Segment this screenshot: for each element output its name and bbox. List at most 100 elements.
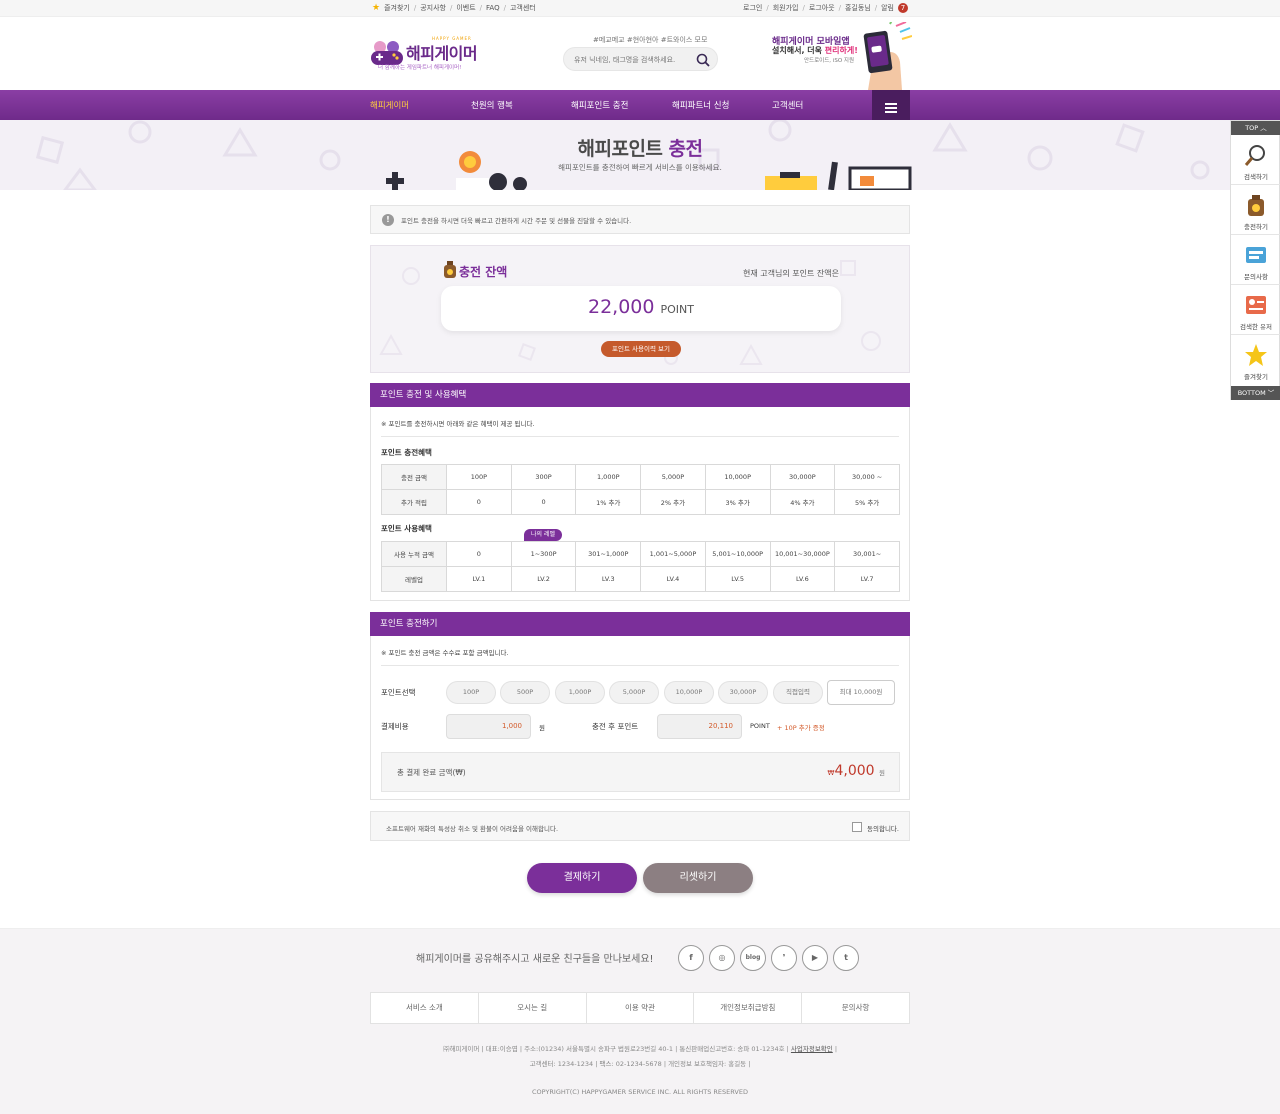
link-event[interactable]: 이벤트 — [456, 3, 475, 13]
link-login[interactable]: 로그인 — [743, 3, 762, 13]
option-100p[interactable]: 100P — [446, 681, 496, 704]
charge-note: ※ 포인트 충전 금액은 수수료 포함 금액입니다. — [381, 649, 509, 657]
table-row: 사용 누적 금액 0 1~300P 301~1,000P 1,001~5,000P 5,0… — [381, 541, 900, 567]
twitter-icon[interactable]: t — [833, 945, 859, 971]
divider — [381, 436, 899, 437]
promo-platforms: 안드로이드, iSO 지원 — [804, 58, 855, 64]
link-username[interactable]: 홍길동님 — [845, 3, 871, 13]
search-bar — [563, 47, 718, 71]
instagram-icon[interactable]: ◎ — [709, 945, 735, 971]
nav-partner-apply[interactable]: 해피파트너 신청 — [672, 99, 729, 111]
charge-benefit-table: 충전 금액 100P 300P 1,000P 5,000P 10,000P 30,000P 3… — [381, 464, 900, 515]
footer-link-directions[interactable]: 오시는 길 — [479, 993, 587, 1023]
charge-benefit-title: 포인트 충전혜택 — [381, 448, 432, 457]
charge-header: 포인트 충전하기 — [370, 612, 910, 636]
link-faq[interactable]: FAQ — [486, 4, 500, 12]
balance-description: 현재 고객님의 포인트 잔액은 — [743, 269, 839, 278]
cost-field[interactable]: 1,000 — [446, 714, 531, 739]
exclamation-icon: ! — [382, 214, 394, 226]
blog-icon[interactable]: blog — [740, 945, 766, 971]
max-amount-input[interactable]: 최대 10,000원 — [827, 680, 895, 705]
company-info: ㈜해피게이머 | 대표:이승엽 | 주소:(01234) 서울특별시 송파구 법… — [442, 1045, 838, 1053]
my-level-badge: 나의 레벨 — [524, 529, 562, 541]
option-30000p[interactable]: 30,000P — [718, 681, 768, 704]
divider — [381, 665, 899, 666]
bonus-text: + 10P 추가 증정 — [777, 724, 825, 732]
cost-label: 결제비용 — [381, 722, 409, 731]
after-charge-field: 20,110 — [657, 714, 742, 739]
use-benefit-table: 사용 누적 금액 0 1~300P 301~1,000P 1,001~5,000P 5,0… — [381, 541, 900, 592]
nav-happygamer[interactable]: 해피게이머 — [370, 99, 409, 111]
charge-section: 포인트 충전하기 ※ 포인트 충전 금액은 수수료 포함 금액입니다. 포인트선… — [370, 612, 910, 800]
page-title: 해피포인트 충전 — [577, 138, 703, 160]
link-signup[interactable]: 회원가입 — [773, 3, 799, 13]
link-favorite[interactable]: 즐겨찾기 — [384, 3, 410, 13]
option-500p[interactable]: 500P — [500, 681, 550, 704]
total-box: 총 결제 완료 금액(₩) ₩4,000 원 — [381, 752, 900, 792]
share-message: 해피게이머를 공유해주시고 새로운 친구들을 만나보세요! — [416, 954, 654, 965]
quick-inquiry[interactable]: 문의사항 — [1231, 235, 1280, 285]
star-icon: ★ — [372, 3, 381, 13]
option-direct-input[interactable]: 직접입력 — [773, 681, 823, 704]
search-input[interactable] — [574, 53, 689, 67]
point-history-button[interactable]: 포인트 사용이력 보기 — [601, 341, 681, 357]
after-charge-unit: POINT — [750, 722, 770, 730]
footer-link-service[interactable]: 서비스 소개 — [371, 993, 479, 1023]
page-subtitle: 해피포인트를 충전하여 빠르게 서비스를 이용하세요. — [558, 163, 722, 172]
inquiry-icon — [1246, 247, 1266, 263]
site-logo[interactable]: HAPPY GAMER 해피게이머 더 함께하는 게임파트너 해피게이머! — [370, 36, 480, 76]
refund-agreement: 소프트웨어 재화의 특성상 취소 및 환불이 어려움을 이해합니다. 동의합니다… — [370, 811, 910, 841]
copyright: COPYRIGHT(C) HAPPYGAMER SERVICE INC. ALL… — [532, 1088, 748, 1096]
link-logout[interactable]: 로그아웃 — [809, 3, 835, 13]
popular-hashtags[interactable]: #메교메교 #현아현아 #트와이스 모모 — [593, 35, 707, 45]
notice-text: 포인트 충전을 하시면 더욱 빠르고 간편하게 시간 주문 및 선물을 진달할 … — [401, 217, 632, 225]
quick-search[interactable]: 검색하기 — [1231, 135, 1280, 185]
quick-charge[interactable]: 충전하기 — [1231, 185, 1280, 235]
facebook-icon[interactable]: f — [678, 945, 704, 971]
footer-link-terms[interactable]: 이용 약관 — [587, 993, 695, 1023]
table-row: 레벨업 LV.1 LV.2 LV.3 LV.4 LV.5 LV.6 LV.7 — [381, 566, 900, 592]
money-bag-icon — [1248, 195, 1264, 216]
table-row: 충전 금액 100P 300P 1,000P 5,000P 10,000P 30,000P 3… — [381, 464, 900, 490]
total-label: 총 결제 완료 금액(₩) — [397, 768, 466, 777]
money-bag-icon — [444, 261, 456, 278]
topbar-left-links: ★ 즐겨찾기 / 공지사항 / 이벤트 / FAQ / 고객센터 — [372, 3, 536, 13]
business-info-link[interactable]: 사업자정보확인 — [791, 1045, 833, 1053]
option-5000p[interactable]: 5,000P — [609, 681, 659, 704]
youtube-icon[interactable]: ▶ — [802, 945, 828, 971]
benefits-header: 포인트 충전 및 사용혜택 — [370, 383, 910, 407]
promo-subtitle: 설치해서, 더욱 편리하게! — [772, 46, 858, 55]
search-icon[interactable] — [695, 52, 711, 68]
alarm-count-badge: 7 — [898, 3, 908, 13]
user-card-icon — [1246, 296, 1266, 314]
link-customer-center[interactable]: 고객센터 — [510, 3, 536, 13]
footer-link-privacy[interactable]: 개인정보취급방침 — [694, 993, 803, 1023]
table-row: 추가 적립 0 0 1% 추가 2% 추가 3% 추가 4% 추가 5% 추가 — [381, 489, 900, 515]
footer-link-inquiry[interactable]: 문의사항 — [802, 993, 909, 1023]
agree-label[interactable]: 동의합니다. — [867, 823, 899, 833]
use-benefit-title: 포인트 사용혜택 — [381, 524, 432, 533]
agree-checkbox[interactable] — [852, 822, 862, 832]
footer-links: 서비스 소개 오시는 길 이용 약관 개인정보취급방침 문의사항 — [370, 992, 910, 1024]
link-notice[interactable]: 공지사항 — [420, 3, 446, 13]
benefits-section: 포인트 충전 및 사용혜택 ※ 포인트를 충전하시면 아래와 같은 혜택이 제공… — [370, 383, 910, 601]
scroll-top-button[interactable]: TOP ︿ — [1231, 121, 1280, 135]
quick-favorites[interactable]: 즐겨찾기 — [1231, 335, 1280, 385]
star-icon — [1245, 344, 1267, 366]
nav-thousand-won[interactable]: 천원의 행복 — [471, 99, 513, 111]
option-10000p[interactable]: 10,000P — [664, 681, 714, 704]
reset-button[interactable]: 리셋하기 — [643, 863, 753, 893]
balance-card: 22,000 POINT — [441, 286, 841, 331]
quick-searched-users[interactable]: 검색한 유저 — [1231, 285, 1280, 335]
scroll-bottom-button[interactable]: BOTTOM ﹀ — [1231, 386, 1280, 400]
nav-customer-center[interactable]: 고객센터 — [772, 99, 803, 111]
kakao-story-icon[interactable]: ❜ — [771, 945, 797, 971]
nav-point-charge[interactable]: 해피포인트 충전 — [571, 99, 628, 111]
pay-button[interactable]: 결제하기 — [527, 863, 637, 893]
mobile-app-promo[interactable]: 해피게이머 모바일앱 설치해서, 더욱 편리하게! 안드로이드, iSO 지원 — [770, 22, 912, 90]
balance-amount: 22,000 POINT — [587, 296, 694, 318]
phone-hand-icon — [863, 22, 912, 90]
benefits-note: ※ 포인트를 충전하시면 아래와 같은 혜택이 제공 됩니다. — [381, 420, 535, 428]
option-1000p[interactable]: 1,000P — [555, 681, 605, 704]
link-alarm[interactable]: 알림 — [881, 3, 894, 13]
